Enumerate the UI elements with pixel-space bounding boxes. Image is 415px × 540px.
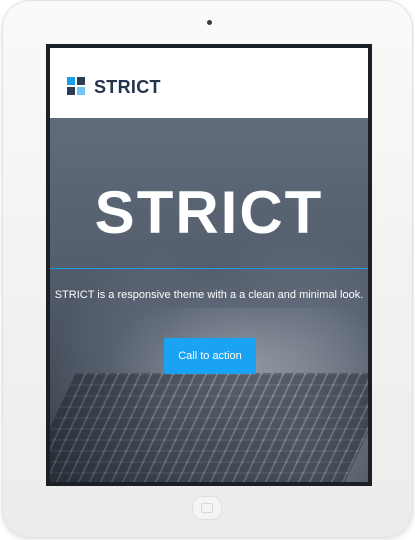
hero-background-keyboard [50,373,368,482]
hero-section: STRICT STRICT is a responsive theme with… [50,118,368,482]
tablet-screen: STRICT STRICT STRICT is a responsive the… [46,44,372,486]
hero-tagline: STRICT is a responsive theme with a a cl… [54,289,364,301]
tablet-frame: STRICT STRICT STRICT is a responsive the… [2,0,413,538]
camera-icon [207,20,212,25]
navbar: STRICT [50,48,368,118]
grid-logo-icon[interactable] [67,77,86,96]
home-button[interactable] [192,496,222,520]
hero-divider [50,268,368,269]
home-square-icon [201,503,213,513]
brand-name[interactable]: STRICT [94,76,161,98]
hero-title: STRICT [94,179,324,246]
call-to-action-button[interactable]: Call to action [164,338,256,374]
